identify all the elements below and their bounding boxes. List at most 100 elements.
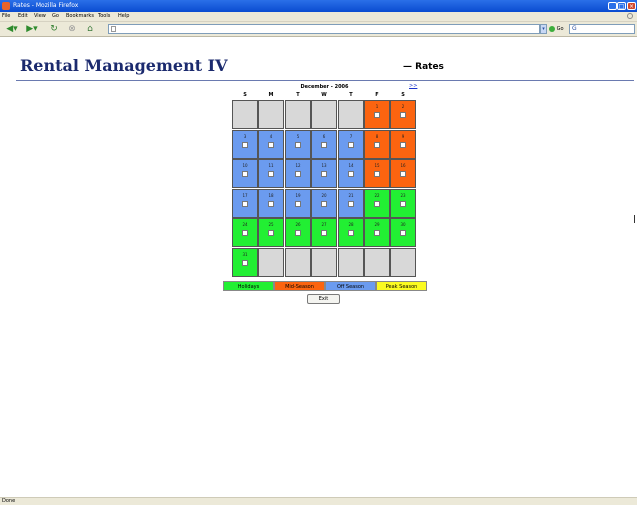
menu-file[interactable]: File xyxy=(2,12,10,21)
day-number: 14 xyxy=(348,163,354,168)
day-select-checkbox[interactable] xyxy=(400,142,406,148)
day-select-checkbox[interactable] xyxy=(268,201,274,207)
day-select-checkbox[interactable] xyxy=(242,142,248,148)
day-select-checkbox[interactable] xyxy=(400,201,406,207)
calendar-day: 12 xyxy=(285,159,311,188)
window-title: Rates - Mozilla Firefox xyxy=(13,2,79,9)
day-number: 7 xyxy=(349,134,353,139)
day-select-checkbox[interactable] xyxy=(374,112,380,118)
maximize-button[interactable]: □ xyxy=(617,2,626,10)
forward-icon[interactable]: ▶▾ xyxy=(24,24,40,34)
close-button[interactable]: × xyxy=(627,2,636,10)
address-bar[interactable] xyxy=(108,24,540,34)
menu-edit[interactable]: Edit xyxy=(18,12,28,21)
calendar-day: 1 xyxy=(364,100,390,129)
day-number: 28 xyxy=(348,222,354,227)
empty-day-cell xyxy=(311,100,337,129)
day-number: 3 xyxy=(243,134,247,139)
legend-mid-season: Mid-Season xyxy=(274,281,325,291)
menu-tools[interactable]: Tools xyxy=(98,12,110,21)
day-select-checkbox[interactable] xyxy=(295,142,301,148)
day-number: 17 xyxy=(242,193,248,198)
next-month-link[interactable]: >> xyxy=(409,83,417,90)
day-number: 4 xyxy=(269,134,273,139)
day-select-checkbox[interactable] xyxy=(295,230,301,236)
day-select-checkbox[interactable] xyxy=(295,201,301,207)
day-select-checkbox[interactable] xyxy=(295,171,301,177)
address-dropdown-button[interactable]: ▾ xyxy=(540,24,547,34)
go-button[interactable]: Go xyxy=(549,24,565,34)
day-select-checkbox[interactable] xyxy=(400,171,406,177)
reload-icon[interactable]: ↻ xyxy=(48,24,60,34)
day-number: 27 xyxy=(321,222,327,227)
day-select-checkbox[interactable] xyxy=(242,230,248,236)
go-icon xyxy=(549,25,555,32)
calendar-day: 23 xyxy=(390,189,416,218)
stop-icon[interactable]: ⊗ xyxy=(66,24,78,34)
day-select-checkbox[interactable] xyxy=(321,142,327,148)
calendar-day: 7 xyxy=(338,130,364,159)
search-box[interactable]: G xyxy=(569,24,635,34)
day-select-checkbox[interactable] xyxy=(374,201,380,207)
menu-view[interactable]: View xyxy=(34,12,46,21)
day-number: 29 xyxy=(374,222,380,227)
legend-off-season: Off Season xyxy=(325,281,376,291)
weekday-fri: F xyxy=(375,92,379,98)
menu-go[interactable]: Go xyxy=(52,12,59,21)
calendar-day: 18 xyxy=(258,189,284,218)
calendar-day: 27 xyxy=(311,218,337,247)
empty-day-cell xyxy=(338,248,364,277)
home-icon[interactable]: ⌂ xyxy=(84,24,96,34)
calendar-day: 17 xyxy=(232,189,258,218)
menu-bookmarks[interactable]: Bookmarks xyxy=(66,12,94,21)
text-cursor xyxy=(634,215,635,223)
day-select-checkbox[interactable] xyxy=(242,201,248,207)
day-select-checkbox[interactable] xyxy=(321,230,327,236)
day-select-checkbox[interactable] xyxy=(400,112,406,118)
exit-button[interactable]: Exit xyxy=(307,294,340,304)
search-engine-icon: G xyxy=(572,25,577,32)
day-number: 20 xyxy=(321,193,327,198)
day-number: 22 xyxy=(374,193,380,198)
firefox-icon xyxy=(2,2,10,10)
empty-day-cell xyxy=(232,100,258,129)
day-select-checkbox[interactable] xyxy=(348,142,354,148)
day-number: 31 xyxy=(242,252,248,257)
day-select-checkbox[interactable] xyxy=(374,171,380,177)
calendar-day: 25 xyxy=(258,218,284,247)
calendar-day: 24 xyxy=(232,218,258,247)
calendar-day: 13 xyxy=(311,159,337,188)
minimize-button[interactable]: _ xyxy=(608,2,617,10)
calendar-day: 10 xyxy=(232,159,258,188)
day-select-checkbox[interactable] xyxy=(242,171,248,177)
weekday-wed: W xyxy=(321,92,327,98)
day-select-checkbox[interactable] xyxy=(268,171,274,177)
empty-day-cell xyxy=(390,248,416,277)
day-select-checkbox[interactable] xyxy=(268,230,274,236)
menu-help[interactable]: Help xyxy=(118,12,129,21)
day-select-checkbox[interactable] xyxy=(321,201,327,207)
calendar-day: 14 xyxy=(338,159,364,188)
empty-day-cell xyxy=(364,248,390,277)
calendar-day: 11 xyxy=(258,159,284,188)
day-select-checkbox[interactable] xyxy=(268,142,274,148)
day-number: 13 xyxy=(321,163,327,168)
empty-day-cell xyxy=(258,100,284,129)
day-select-checkbox[interactable] xyxy=(400,230,406,236)
legend-holidays: Holidays xyxy=(223,281,274,291)
day-select-checkbox[interactable] xyxy=(348,171,354,177)
back-icon[interactable]: ◀▾ xyxy=(4,24,20,34)
day-select-checkbox[interactable] xyxy=(242,260,248,266)
day-select-checkbox[interactable] xyxy=(374,230,380,236)
calendar-day: 20 xyxy=(311,189,337,218)
weekday-mon: M xyxy=(268,92,274,98)
app-title: Rental Management IV xyxy=(20,56,228,75)
empty-day-cell xyxy=(311,248,337,277)
weekday-tue: T xyxy=(296,92,300,98)
day-select-checkbox[interactable] xyxy=(374,142,380,148)
day-select-checkbox[interactable] xyxy=(321,171,327,177)
day-select-checkbox[interactable] xyxy=(348,201,354,207)
calendar-day: 15 xyxy=(364,159,390,188)
calendar-day: 26 xyxy=(285,218,311,247)
day-select-checkbox[interactable] xyxy=(348,230,354,236)
